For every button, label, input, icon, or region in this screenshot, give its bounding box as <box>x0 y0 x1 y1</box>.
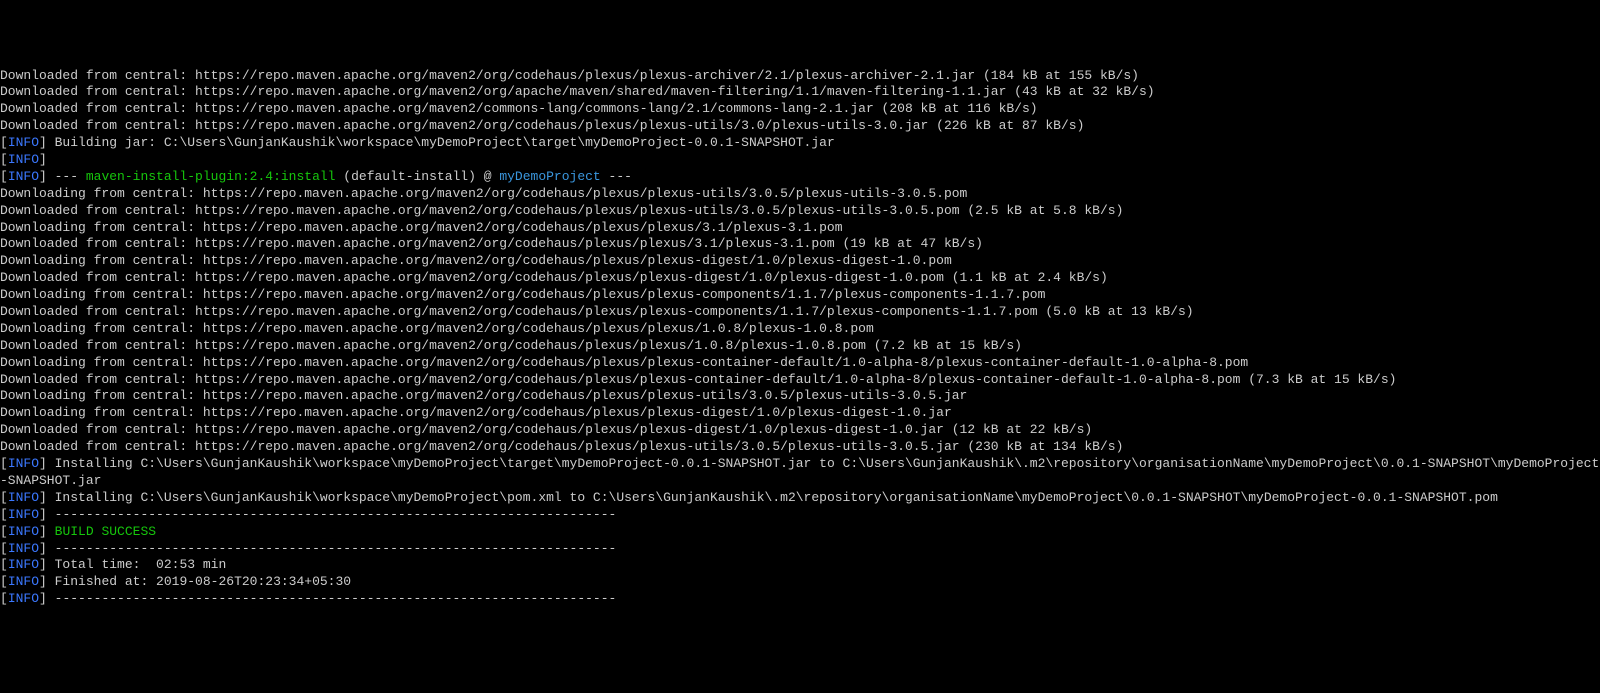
console-line-info: [INFO] Building jar: C:\Users\GunjanKaus… <box>0 135 1600 152</box>
console-line: Downloading from central: https://repo.m… <box>0 388 1600 405</box>
console-line: Downloaded from central: https://repo.ma… <box>0 68 1600 85</box>
console-line-info: [INFO] Finished at: 2019-08-26T20:23:34+… <box>0 574 1600 591</box>
log-level-info: INFO <box>8 507 39 522</box>
console-line: Downloading from central: https://repo.m… <box>0 186 1600 203</box>
console-line-info: [INFO] Installing C:\Users\GunjanKaushik… <box>0 490 1600 507</box>
console-line-info: [INFO] <box>0 152 1600 169</box>
log-level-info: INFO <box>8 169 39 184</box>
console-line-separator: [INFO] ---------------------------------… <box>0 507 1600 524</box>
console-line: Downloaded from central: https://repo.ma… <box>0 439 1600 456</box>
log-level-info: INFO <box>8 490 39 505</box>
console-line: Downloaded from central: https://repo.ma… <box>0 203 1600 220</box>
console-line: Downloaded from central: https://repo.ma… <box>0 338 1600 355</box>
console-line: Downloaded from central: https://repo.ma… <box>0 304 1600 321</box>
console-line: Downloaded from central: https://repo.ma… <box>0 118 1600 135</box>
log-level-info: INFO <box>8 574 39 589</box>
build-success-line: [INFO] BUILD SUCCESS <box>0 524 1600 541</box>
log-level-info: INFO <box>8 591 39 606</box>
log-level-info: INFO <box>8 456 39 471</box>
console-line: Downloaded from central: https://repo.ma… <box>0 84 1600 101</box>
console-line: Downloading from central: https://repo.m… <box>0 405 1600 422</box>
console-line: -SNAPSHOT.jar <box>0 473 1600 490</box>
log-level-info: INFO <box>8 557 39 572</box>
console-line-info: [INFO] Installing C:\Users\GunjanKaushik… <box>0 456 1600 473</box>
console-line-separator: [INFO] ---------------------------------… <box>0 591 1600 608</box>
log-level-info: INFO <box>8 541 39 556</box>
terminal-output[interactable]: Downloaded from central: https://repo.ma… <box>0 68 1600 609</box>
console-line: Downloading from central: https://repo.m… <box>0 355 1600 372</box>
console-line: Downloading from central: https://repo.m… <box>0 253 1600 270</box>
project-name: myDemoProject <box>499 169 600 184</box>
log-level-info: INFO <box>8 524 39 539</box>
console-line: Downloaded from central: https://repo.ma… <box>0 236 1600 253</box>
log-level-info: INFO <box>8 135 39 150</box>
plugin-invocation-line: [INFO] --- maven-install-plugin:2.4:inst… <box>0 169 1600 186</box>
plugin-goal: maven-install-plugin:2.4:install <box>86 169 336 184</box>
console-line: Downloading from central: https://repo.m… <box>0 220 1600 237</box>
console-line: Downloading from central: https://repo.m… <box>0 287 1600 304</box>
console-line-separator: [INFO] ---------------------------------… <box>0 541 1600 558</box>
console-line: Downloaded from central: https://repo.ma… <box>0 422 1600 439</box>
console-line-info: [INFO] Total time: 02:53 min <box>0 557 1600 574</box>
console-line: Downloading from central: https://repo.m… <box>0 321 1600 338</box>
console-line: Downloaded from central: https://repo.ma… <box>0 270 1600 287</box>
console-line: Downloaded from central: https://repo.ma… <box>0 372 1600 389</box>
log-level-info: INFO <box>8 152 39 167</box>
build-success: BUILD SUCCESS <box>55 524 156 539</box>
console-line: Downloaded from central: https://repo.ma… <box>0 101 1600 118</box>
